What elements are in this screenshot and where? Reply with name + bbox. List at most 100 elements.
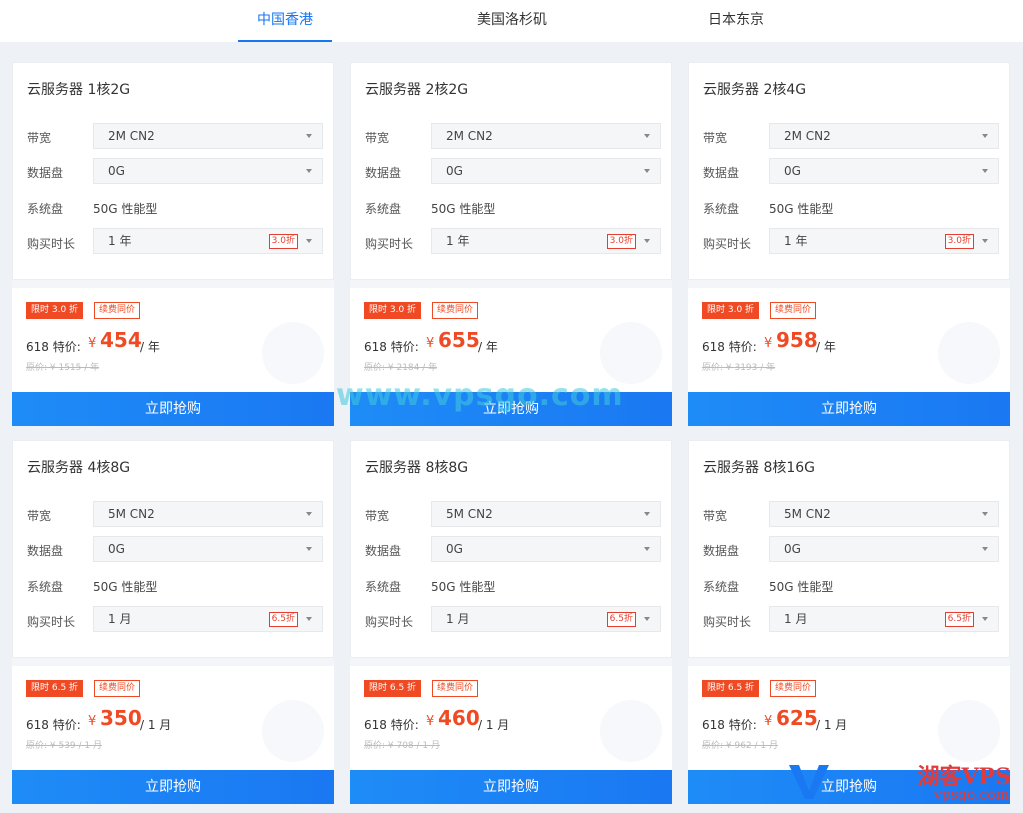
bandwidth-label: 带宽: [27, 509, 52, 523]
system-disk-label: 系统盘: [365, 580, 402, 594]
original-price: 原价: ¥ 962 / 1 月: [702, 741, 778, 751]
special-price-label: 618 特价:: [364, 718, 419, 732]
bandwidth-select[interactable]: 5M CN2: [93, 501, 323, 527]
tab-hongkong[interactable]: 中国香港: [238, 0, 332, 42]
card-pricing: 限时 6.5 折 续费同价 618 特价: ¥ 625 / 1 月 原价: ¥ …: [688, 666, 1010, 770]
price-unit: / 1 月: [140, 718, 172, 732]
chevron-down-icon: [644, 512, 650, 516]
chevron-down-icon: [644, 547, 650, 551]
promo-badge: 限时 6.5 折: [26, 680, 84, 697]
duration-select[interactable]: 1 月 6.5折: [431, 606, 661, 632]
system-disk-value: 50G 性能型: [431, 202, 496, 216]
buy-now-button[interactable]: 立即抢购: [12, 392, 334, 426]
chevron-down-icon: [982, 169, 988, 173]
chevron-down-icon: [306, 547, 312, 551]
price-unit: / 1 月: [816, 718, 848, 732]
price-value: 625: [776, 706, 818, 730]
chevron-down-icon: [982, 134, 988, 138]
chevron-down-icon: [644, 169, 650, 173]
discount-tag: 6.5折: [944, 612, 974, 627]
chevron-down-icon: [982, 617, 988, 621]
product-card: 云服务器 8核16G 带宽 5M CN2 数据盘 0G 系统盘 50G 性能型 …: [688, 440, 1010, 804]
price-unit: / 年: [478, 340, 498, 354]
duration-value: 1 月: [446, 612, 470, 626]
duration-value: 1 月: [108, 612, 132, 626]
duration-select[interactable]: 1 年 3.0折: [769, 228, 999, 254]
bandwidth-select[interactable]: 5M CN2: [769, 501, 999, 527]
buy-now-button[interactable]: 立即抢购: [12, 770, 334, 804]
chevron-down-icon: [982, 239, 988, 243]
card-title: 云服务器 2核2G: [365, 82, 469, 98]
promo-badge: 限时 3.0 折: [364, 302, 422, 319]
data-disk-label: 数据盘: [27, 544, 64, 558]
system-disk-label: 系统盘: [365, 202, 402, 216]
duration-select[interactable]: 1 月 6.5折: [769, 606, 999, 632]
buy-now-button[interactable]: 立即抢购: [350, 392, 672, 426]
system-disk-label: 系统盘: [27, 202, 64, 216]
bandwidth-select[interactable]: 5M CN2: [431, 501, 661, 527]
bandwidth-label: 带宽: [703, 509, 728, 523]
discount-tag: 3.0折: [944, 234, 974, 249]
data-disk-select[interactable]: 0G: [431, 536, 661, 562]
duration-label: 购买时长: [703, 615, 752, 629]
product-card: 云服务器 2核2G 带宽 2M CN2 数据盘 0G 系统盘 50G 性能型 购…: [350, 62, 672, 426]
data-disk-value: 0G: [108, 542, 125, 556]
bandwidth-select[interactable]: 2M CN2: [93, 123, 323, 149]
duration-select[interactable]: 1 年 3.0折: [93, 228, 323, 254]
chevron-down-icon: [644, 134, 650, 138]
system-disk-label: 系统盘: [27, 580, 64, 594]
price-unit: / 1 月: [478, 718, 510, 732]
duration-select[interactable]: 1 月 6.5折: [93, 606, 323, 632]
card-pricing: 限时 3.0 折 续费同价 618 特价: ¥ 655 / 年 原价: ¥ 21…: [350, 288, 672, 392]
chevron-down-icon: [306, 617, 312, 621]
card-pricing: 限时 6.5 折 续费同价 618 特价: ¥ 460 / 1 月 原价: ¥ …: [350, 666, 672, 770]
system-disk-label: 系统盘: [703, 202, 740, 216]
cloud-watermark-icon: [600, 322, 662, 384]
data-disk-select[interactable]: 0G: [431, 158, 661, 184]
buy-now-button[interactable]: 立即抢购: [350, 770, 672, 804]
price-value: 958: [776, 328, 818, 352]
tab-tokyo[interactable]: 日本东京: [696, 0, 776, 42]
data-disk-label: 数据盘: [365, 544, 402, 558]
data-disk-select[interactable]: 0G: [93, 158, 323, 184]
buy-now-button[interactable]: 立即抢购: [688, 770, 1010, 804]
card-config: 云服务器 2核2G 带宽 2M CN2 数据盘 0G 系统盘 50G 性能型 购…: [350, 62, 672, 280]
bandwidth-value: 2M CN2: [108, 129, 155, 143]
data-disk-label: 数据盘: [27, 166, 64, 180]
price-value: 350: [100, 706, 142, 730]
tab-los-angeles[interactable]: 美国洛杉矶: [462, 0, 562, 42]
data-disk-value: 0G: [446, 164, 463, 178]
duration-select[interactable]: 1 年 3.0折: [431, 228, 661, 254]
special-price-label: 618 特价:: [702, 340, 757, 354]
promo-badge: 限时 3.0 折: [702, 302, 760, 319]
card-title: 云服务器 4核8G: [27, 460, 131, 476]
original-price: 原价: ¥ 2184 / 年: [364, 363, 438, 373]
data-disk-select[interactable]: 0G: [769, 158, 999, 184]
chevron-down-icon: [306, 134, 312, 138]
cloud-watermark-icon: [262, 322, 324, 384]
chevron-down-icon: [306, 512, 312, 516]
cloud-watermark-icon: [938, 700, 1000, 762]
bandwidth-select[interactable]: 2M CN2: [431, 123, 661, 149]
chevron-down-icon: [306, 239, 312, 243]
duration-label: 购买时长: [703, 237, 752, 251]
data-disk-value: 0G: [784, 542, 801, 556]
buy-now-button[interactable]: 立即抢购: [688, 392, 1010, 426]
bandwidth-value: 5M CN2: [784, 507, 831, 521]
card-config: 云服务器 8核8G 带宽 5M CN2 数据盘 0G 系统盘 50G 性能型 购…: [350, 440, 672, 658]
price-value: 460: [438, 706, 480, 730]
card-config: 云服务器 8核16G 带宽 5M CN2 数据盘 0G 系统盘 50G 性能型 …: [688, 440, 1010, 658]
currency-symbol: ¥: [426, 714, 435, 729]
data-disk-select[interactable]: 0G: [769, 536, 999, 562]
chevron-down-icon: [982, 547, 988, 551]
product-card: 云服务器 2核4G 带宽 2M CN2 数据盘 0G 系统盘 50G 性能型 购…: [688, 62, 1010, 426]
region-tabs: 中国香港 美国洛杉矶 日本东京: [0, 0, 1023, 42]
currency-symbol: ¥: [88, 714, 97, 729]
system-disk-value: 50G 性能型: [431, 580, 496, 594]
product-card: 云服务器 4核8G 带宽 5M CN2 数据盘 0G 系统盘 50G 性能型 购…: [12, 440, 334, 804]
data-disk-select[interactable]: 0G: [93, 536, 323, 562]
original-price: 原价: ¥ 708 / 1 月: [364, 741, 440, 751]
bandwidth-select[interactable]: 2M CN2: [769, 123, 999, 149]
duration-label: 购买时长: [365, 615, 414, 629]
currency-symbol: ¥: [764, 336, 773, 351]
